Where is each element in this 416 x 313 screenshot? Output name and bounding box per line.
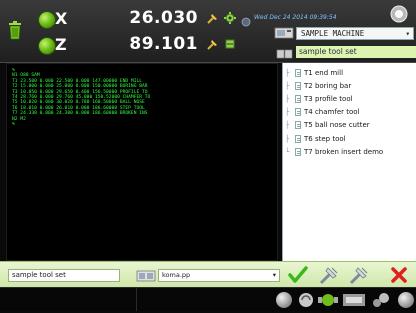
- tool-action-button-2[interactable]: [348, 264, 370, 286]
- tool-document-icon: [295, 108, 301, 117]
- bottom-bar: sample tool set koma.pp ▾: [0, 261, 416, 288]
- tree-branch-icon: └: [285, 147, 290, 156]
- tool-list-item[interactable]: ├ T1 end mill: [283, 66, 416, 79]
- tool-label: T5 ball nose cutter: [304, 121, 370, 130]
- tool-set-icon: [276, 45, 294, 59]
- x-pin-icon[interactable]: [206, 10, 220, 24]
- tool-label: T6 step tool: [304, 134, 346, 143]
- tool-document-icon: [295, 81, 301, 90]
- tool-document-icon: [295, 68, 301, 77]
- tool-document-icon: [295, 121, 301, 130]
- machine-select-value: SAMPLE MACHINE: [301, 29, 365, 38]
- postprocessor-icon: [136, 268, 156, 282]
- tool-set-label: sample tool set: [296, 46, 416, 58]
- gcode-lines: % N1 O88 SAM T1 23.500 0.000 22.500 0.000 …: [12, 68, 272, 127]
- tool-wrench-icon: [349, 267, 368, 285]
- postprocessor-value: koma.pp: [162, 271, 191, 279]
- close-icon: [391, 267, 407, 283]
- tool-document-icon: [295, 147, 301, 156]
- tool-label: T1 end mill: [304, 68, 344, 77]
- tool-list-item[interactable]: ├ T4 chamfer tool: [283, 106, 416, 119]
- taskbar-button-4[interactable]: [342, 291, 366, 309]
- chevron-down-icon: ▾: [405, 29, 410, 38]
- trash-icon[interactable]: [8, 20, 22, 40]
- taskbar-button-5[interactable]: [370, 291, 394, 309]
- tree-branch-icon: ├: [285, 121, 290, 130]
- z-pin-icon[interactable]: [206, 36, 220, 50]
- z-axis-status-icon: [38, 37, 56, 55]
- tool-list-item[interactable]: ├ T6 step tool: [283, 132, 416, 145]
- tool-document-icon: [295, 134, 301, 143]
- header-bar: X 26.030 Z 89.101 Wed Dec 24 2014 09:39:…: [0, 0, 416, 63]
- x-axis-value: 26.030: [129, 8, 198, 28]
- chevron-down-icon: ▾: [272, 271, 276, 279]
- tool-action-button-1[interactable]: [318, 264, 340, 286]
- datetime-display: Wed Dec 24 2014 09:39:54: [254, 14, 337, 21]
- z-axis-label: Z: [55, 35, 67, 54]
- taskbar-button-6[interactable]: [398, 292, 414, 308]
- postprocessor-select[interactable]: koma.pp ▾: [158, 269, 280, 282]
- z-axis-value: 89.101: [129, 34, 198, 54]
- x-gear-icon[interactable]: [223, 10, 237, 24]
- tool-document-icon: [295, 94, 301, 103]
- gcode-line: %: [12, 122, 15, 128]
- taskbar-button-1[interactable]: [276, 292, 292, 308]
- tool-label: T3 profile tool: [304, 94, 353, 103]
- machine-select[interactable]: SAMPLE MACHINE ▾: [296, 27, 414, 40]
- tool-label: T7 broken insert demo: [304, 147, 384, 156]
- tool-label: T4 chamfer tool: [304, 108, 360, 117]
- checkmark-icon: [288, 266, 308, 283]
- tool-list: ├ T1 end mill ├ T2 boring bar ├ T3 profile to…: [282, 63, 416, 261]
- taskbar-button-3[interactable]: [318, 291, 338, 309]
- taskbar-divider: [136, 288, 137, 311]
- x-axis-status-icon: [38, 11, 56, 29]
- tool-set-name-field[interactable]: sample tool set: [8, 269, 120, 282]
- taskbar-button-2[interactable]: [298, 292, 314, 308]
- gcode-console[interactable]: % N1 O88 SAM T1 23.500 0.000 22.500 0.000 …: [6, 63, 278, 261]
- tree-branch-icon: ├: [285, 68, 290, 77]
- tool-list-item[interactable]: ├ T5 ball nose cutter: [283, 119, 416, 132]
- network-icon: [241, 12, 251, 27]
- x-axis-label: X: [55, 9, 68, 28]
- settings-globe-icon[interactable]: [390, 5, 408, 23]
- tree-branch-icon: ├: [285, 81, 290, 90]
- tool-list-item[interactable]: └ T7 broken insert demo: [283, 145, 416, 158]
- tool-wrench-icon: [319, 267, 338, 285]
- tree-branch-icon: ├: [285, 134, 290, 143]
- tree-branch-icon: ├: [285, 108, 290, 117]
- machine-icon: [274, 25, 294, 39]
- tree-branch-icon: ├: [285, 94, 290, 103]
- tool-list-item[interactable]: ├ T2 boring bar: [283, 79, 416, 92]
- tool-label: T2 boring bar: [304, 81, 352, 90]
- tool-list-item[interactable]: ├ T3 profile tool: [283, 92, 416, 105]
- ok-button[interactable]: [288, 265, 308, 285]
- taskbar: [0, 287, 416, 311]
- z-gear-icon[interactable]: [223, 36, 237, 50]
- cancel-button[interactable]: [390, 266, 408, 284]
